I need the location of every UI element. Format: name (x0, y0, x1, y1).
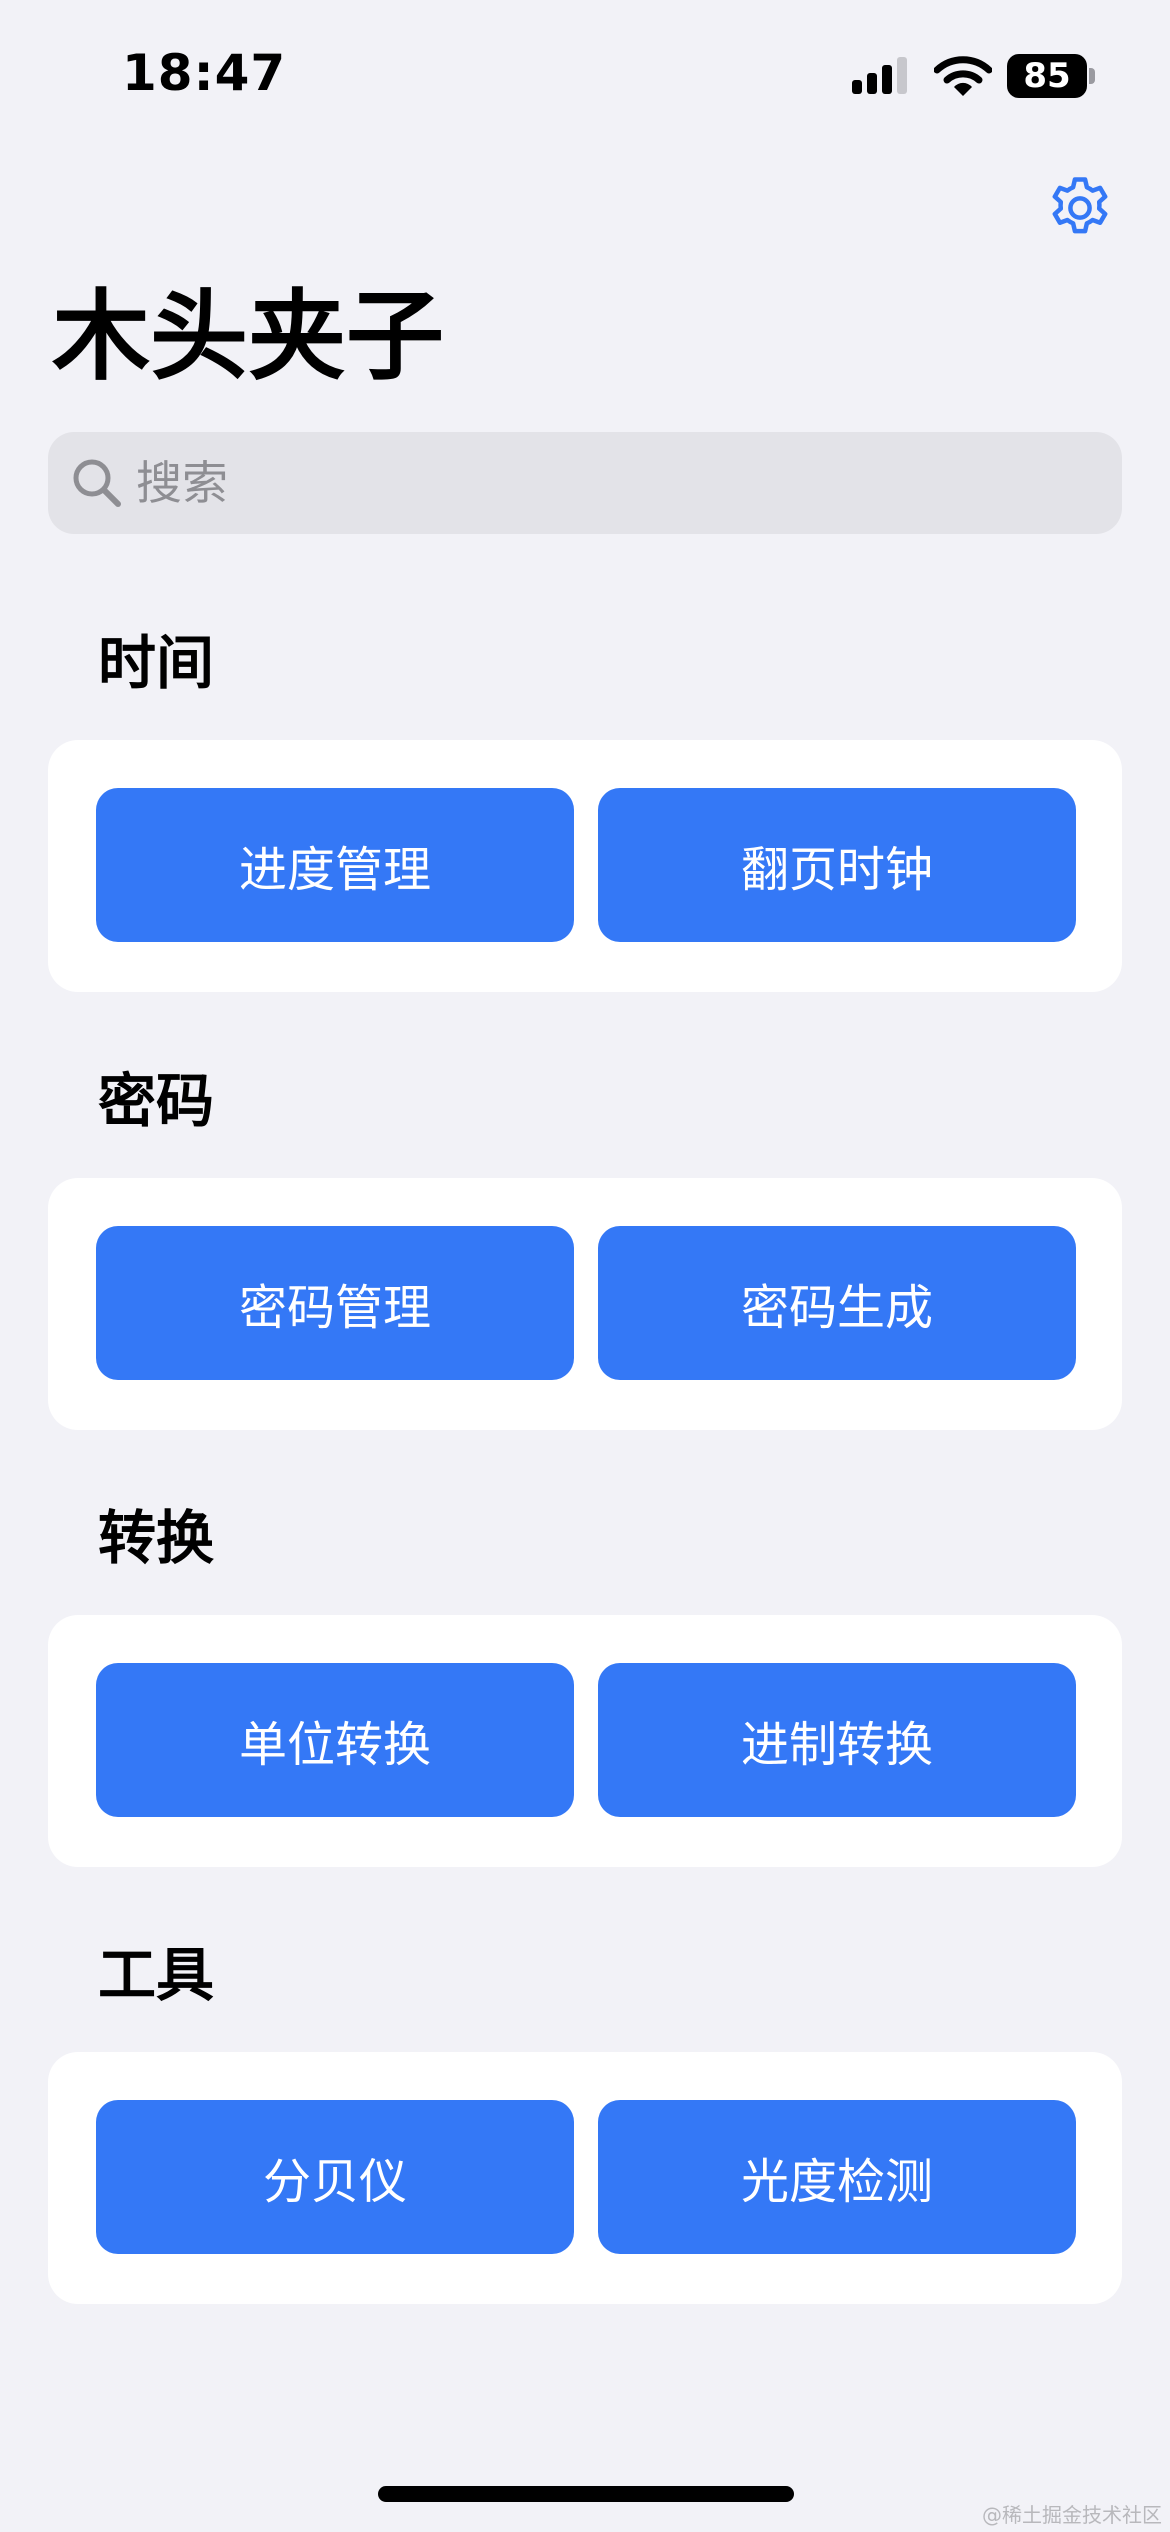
search-icon (73, 459, 121, 507)
watermark: @稀土掘金技术社区 (982, 2503, 1162, 2527)
battery-level: 85 (1023, 56, 1071, 96)
card-password: 密码管理 密码生成 (48, 1178, 1122, 1430)
decibel-meter-button[interactable]: 分贝仪 (96, 2100, 574, 2254)
base-conversion-button[interactable]: 进制转换 (598, 1663, 1076, 1817)
unit-conversion-button[interactable]: 单位转换 (96, 1663, 574, 1817)
cellular-signal-icon (852, 57, 907, 94)
status-bar: 18:47 85 (0, 0, 1170, 150)
wifi-icon (934, 56, 992, 96)
battery-cap (1089, 68, 1095, 84)
password-generate-button[interactable]: 密码生成 (598, 1226, 1076, 1380)
light-meter-button[interactable]: 光度检测 (598, 2100, 1076, 2254)
card-tools: 分贝仪 光度检测 (48, 2052, 1122, 2304)
section-title-time: 时间 (98, 629, 215, 697)
search-placeholder: 搜索 (136, 456, 228, 510)
card-conversion: 单位转换 进制转换 (48, 1615, 1122, 1867)
page-title: 木头夹子 (52, 280, 445, 394)
status-time: 18:47 (122, 44, 287, 102)
progress-management-button[interactable]: 进度管理 (96, 788, 574, 942)
card-time: 进度管理 翻页时钟 (48, 740, 1122, 992)
section-title-tools: 工具 (98, 1941, 215, 2009)
home-indicator[interactable] (378, 2486, 794, 2502)
password-management-button[interactable]: 密码管理 (96, 1226, 574, 1380)
gear-icon[interactable] (1044, 172, 1116, 244)
section-title-password: 密码 (98, 1067, 215, 1135)
battery-indicator: 85 (1007, 54, 1087, 98)
flip-clock-button[interactable]: 翻页时钟 (598, 788, 1076, 942)
section-title-conversion: 转换 (98, 1504, 215, 1572)
search-input[interactable]: 搜索 (48, 432, 1122, 534)
